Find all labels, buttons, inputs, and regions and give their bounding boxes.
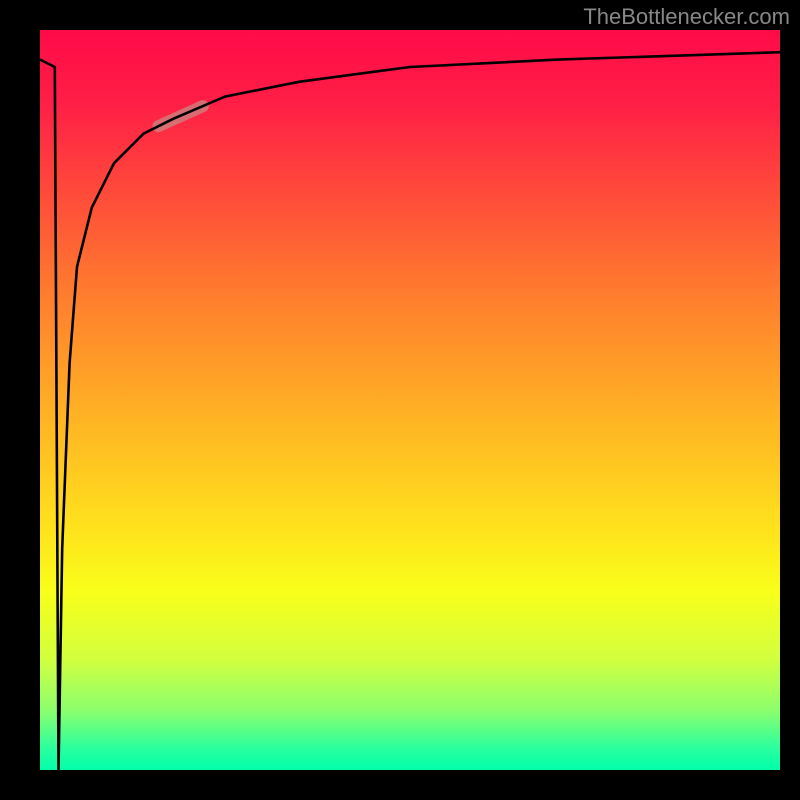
attribution-text: TheBottlenecker.com: [583, 4, 790, 30]
gradient-background: [40, 30, 780, 770]
plot-frame: [40, 30, 780, 770]
